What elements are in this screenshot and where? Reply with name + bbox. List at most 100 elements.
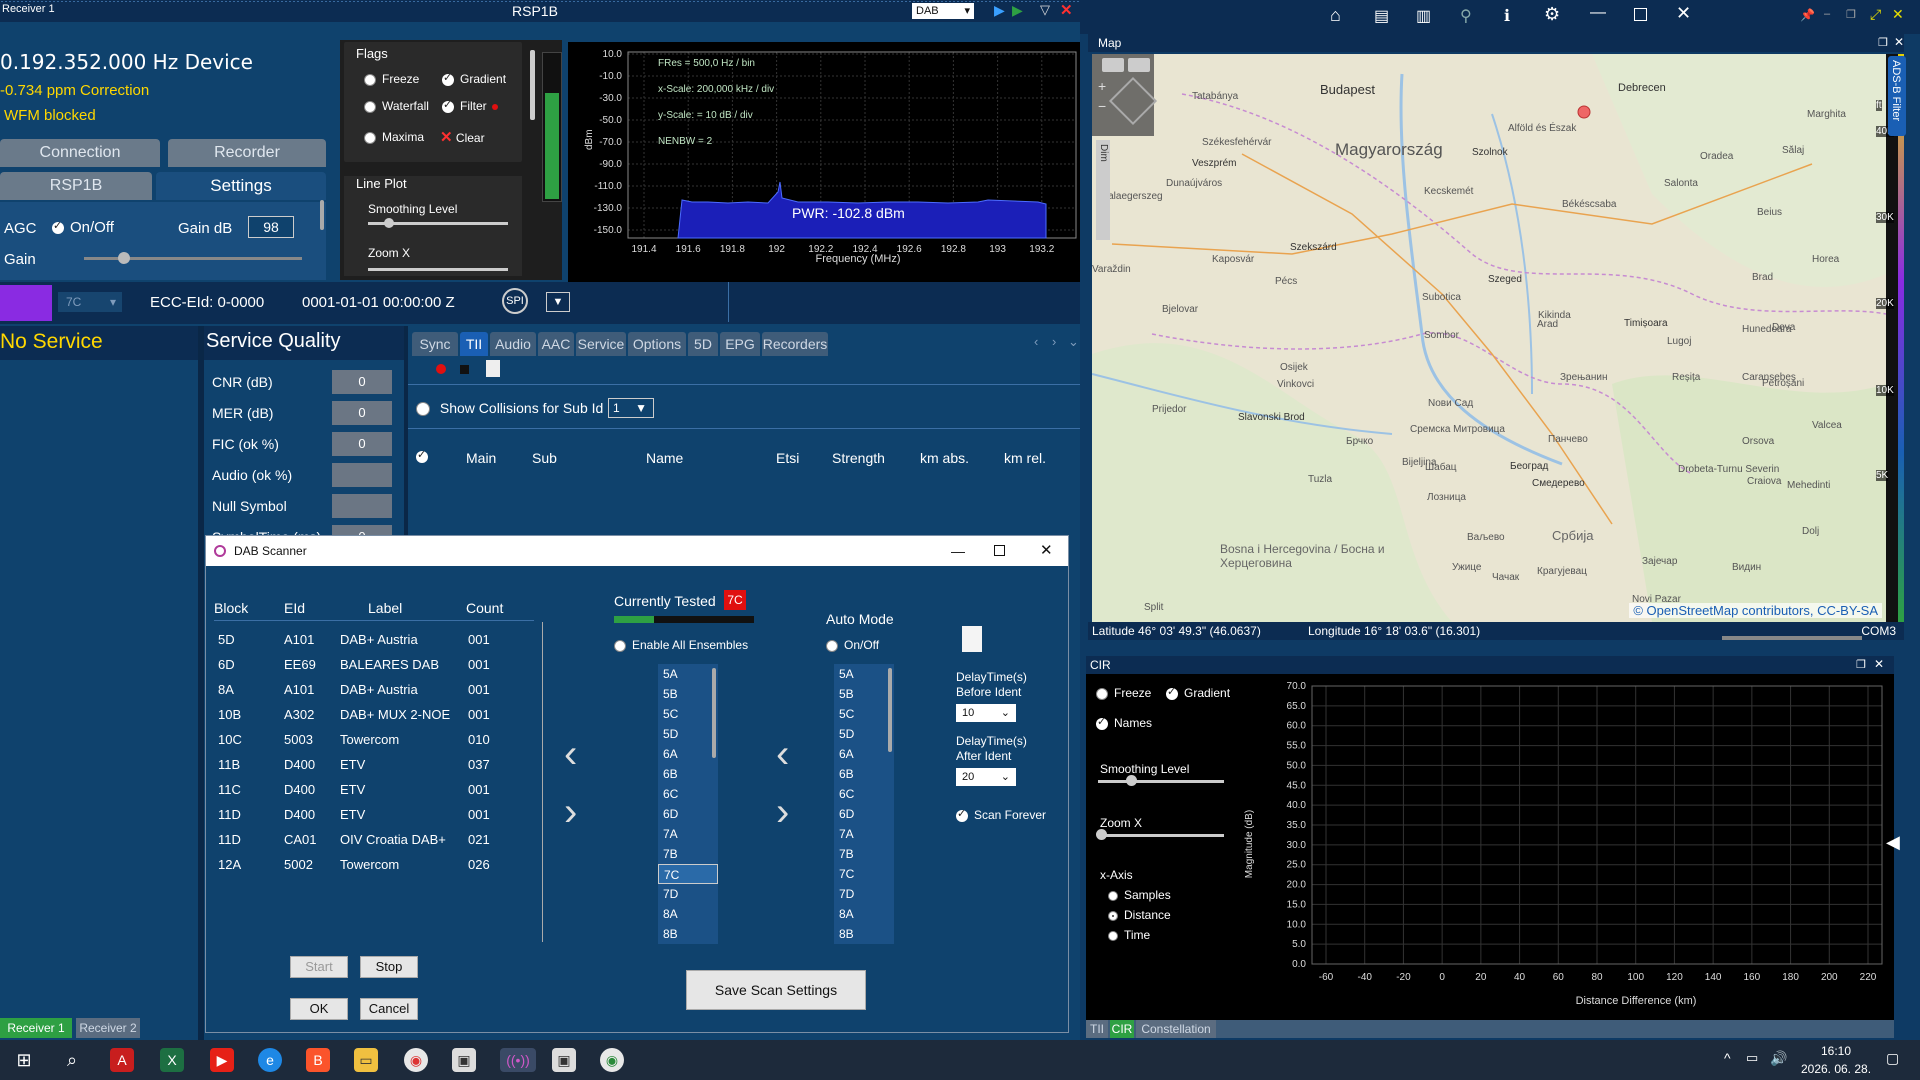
map-attribution[interactable]: © OpenStreetMap contributors, CC-BY-SA xyxy=(1629,603,1882,618)
delay-before-select[interactable]: 10 ⌄ xyxy=(956,704,1016,722)
save-scan-settings-button[interactable]: Save Scan Settings xyxy=(686,970,866,1010)
home-icon[interactable]: ⌂ xyxy=(1330,5,1341,26)
maximize-icon[interactable]: ❐ xyxy=(1878,36,1888,49)
arrow-left-icon[interactable]: ‹ xyxy=(564,732,577,777)
tii-column-header[interactable]: Strength xyxy=(832,450,885,466)
receiver-tab-2[interactable]: Receiver 2 xyxy=(76,1018,140,1038)
tab-cir[interactable]: CIR xyxy=(1110,1020,1134,1038)
receiver-tab-1[interactable]: Receiver 1 xyxy=(0,1018,72,1038)
clear-button[interactable]: ✕ Clear xyxy=(440,128,485,146)
channel-list-item[interactable]: 6C xyxy=(834,784,894,804)
side-arrow-icon[interactable]: ◀ xyxy=(1886,832,1900,853)
sub-id-select[interactable]: 1 ▼ xyxy=(608,398,654,418)
location-marker[interactable] xyxy=(1577,105,1591,119)
gradient-option[interactable]: Gradient xyxy=(442,71,506,86)
satellite-icon[interactable]: ⚲ xyxy=(1460,6,1472,26)
close-icon[interactable]: ✕ xyxy=(1060,1,1073,19)
clock-date[interactable]: 2026. 06. 28. xyxy=(1796,1062,1876,1076)
minimize-small-icon[interactable]: – xyxy=(1824,8,1830,20)
tab-audio[interactable]: Audio xyxy=(490,332,536,356)
minimize-icon[interactable]: — xyxy=(951,536,965,566)
agc-toggle[interactable]: On/Off xyxy=(52,219,114,236)
tab-epg[interactable]: EPG xyxy=(720,332,760,356)
channel-list-item[interactable]: 7C xyxy=(834,864,894,884)
record-icon[interactable] xyxy=(436,364,446,374)
tab-settings[interactable]: Settings xyxy=(156,172,326,200)
enable-all-option[interactable]: Enable All Ensembles xyxy=(614,638,748,652)
tab-tii[interactable]: TII xyxy=(460,332,488,356)
channel-list-item[interactable]: 5B xyxy=(658,684,718,704)
freeze-option[interactable]: Freeze xyxy=(364,72,419,86)
pin-icon[interactable]: 📌 xyxy=(1800,8,1815,22)
zoom-in-icon[interactable]: + xyxy=(1098,78,1106,94)
windows-start-icon[interactable]: ⊞ xyxy=(12,1048,36,1072)
channel-list-item[interactable]: 7D xyxy=(834,884,894,904)
play-green-icon[interactable]: ▶ xyxy=(1012,2,1023,19)
dab-app-icon[interactable]: ((•)) xyxy=(500,1048,536,1072)
smoothing-handle[interactable] xyxy=(384,218,394,228)
close-icon[interactable]: ✕ xyxy=(1894,35,1904,49)
channel-list-item[interactable]: 7B xyxy=(658,844,718,864)
app-window-icon[interactable]: ▣ xyxy=(552,1048,576,1072)
tab-recorders[interactable]: Recorders xyxy=(762,332,828,356)
delay-after-select[interactable]: 20 ⌄ xyxy=(956,768,1016,786)
gain-slider-track[interactable] xyxy=(84,257,302,260)
spi-button[interactable]: SPI xyxy=(502,288,528,314)
zoom-slider[interactable] xyxy=(368,268,508,271)
tii-column-header[interactable]: Sub xyxy=(532,450,557,466)
info-icon[interactable]: ℹ xyxy=(1504,6,1510,26)
map-icon[interactable]: ▥ xyxy=(1416,6,1431,26)
channel-list-right[interactable]: 5A 5B 5C 5D 6A 6B 6C 6D 7A 7B 7C 7D 8A 8B xyxy=(834,664,894,944)
edge-icon[interactable]: e xyxy=(258,1048,282,1072)
scrollbar-thumb[interactable] xyxy=(712,668,716,758)
arrow-right-icon[interactable]: › xyxy=(776,790,789,835)
channel-list-item[interactable]: 7C xyxy=(658,864,718,884)
filter-option[interactable]: Filter xyxy=(442,98,498,113)
scan-forever-option[interactable]: Scan Forever xyxy=(956,807,1046,822)
dim-slider[interactable]: Dim xyxy=(1096,140,1110,240)
channel-list-item[interactable]: 7B xyxy=(834,844,894,864)
channel-list-item[interactable]: 6D xyxy=(658,804,718,824)
channel-list-item[interactable]: 6B xyxy=(658,764,718,784)
map-canvas[interactable]: Budapest Magyarország Debrecen Tatabánya Szé… xyxy=(1092,54,1886,622)
youtube-icon[interactable]: ▶ xyxy=(210,1048,234,1072)
close-icon[interactable]: ✕ xyxy=(1874,657,1884,671)
adsb-filter-tab[interactable]: ADS-B Filter xyxy=(1888,56,1906,136)
chrome-icon[interactable]: ◉ xyxy=(404,1048,428,1072)
network-icon[interactable]: ▭ xyxy=(1746,1050,1758,1066)
waterfall-option[interactable]: Waterfall xyxy=(364,99,429,113)
volume-icon[interactable]: 🔊 xyxy=(1770,1050,1787,1067)
folder-icon[interactable]: ▭ xyxy=(354,1048,378,1072)
maximize-icon[interactable]: ❐ xyxy=(1856,658,1866,671)
cir-zoom-slider[interactable] xyxy=(1098,834,1224,837)
channel-list-item[interactable]: 5C xyxy=(658,704,718,724)
tii-column-header[interactable]: km abs. xyxy=(920,450,969,466)
channel-list-item[interactable]: 8A xyxy=(834,904,894,924)
layout-icon[interactable]: ▤ xyxy=(1374,6,1389,26)
channel-list-item[interactable]: 5D xyxy=(834,724,894,744)
tab-sync[interactable]: Sync xyxy=(412,332,458,356)
splitter[interactable] xyxy=(198,326,204,1040)
tab-constellation[interactable]: Constellation xyxy=(1136,1020,1216,1038)
scrollbar-thumb[interactable] xyxy=(320,200,324,230)
channel-list-item[interactable]: 8A xyxy=(658,904,718,924)
channel-list-left[interactable]: 5A 5B 5C 5D 6A 6B 6C 6D 7A 7B 7C 7D 8A 8B xyxy=(658,664,718,944)
channel-list-item[interactable]: 5B xyxy=(834,684,894,704)
tii-column-header[interactable]: Etsi xyxy=(776,450,799,466)
cir-smoothing-slider[interactable] xyxy=(1098,780,1224,783)
tab-right-icon[interactable]: › xyxy=(1052,334,1056,349)
filter-icon[interactable]: ▽ xyxy=(1040,2,1050,18)
tab-menu-icon[interactable]: ⌄ xyxy=(1068,334,1079,350)
notification-icon[interactable]: ▢ xyxy=(1886,1050,1899,1067)
channel-list-item[interactable]: 6B xyxy=(834,764,894,784)
channel-list-item[interactable]: 7D xyxy=(658,884,718,904)
brave-icon[interactable]: B xyxy=(306,1048,330,1072)
close-yellow-icon[interactable]: ✕ xyxy=(1892,6,1904,23)
tab-options[interactable]: Options xyxy=(628,332,686,356)
start-button[interactable]: Start xyxy=(290,956,348,978)
close-icon[interactable]: ✕ xyxy=(1040,536,1053,566)
channel-list-item[interactable]: 5A xyxy=(834,664,894,684)
play-icon[interactable]: ▶ xyxy=(994,2,1005,19)
pdf-reader-icon[interactable]: A xyxy=(110,1048,134,1072)
pan-control-icon[interactable] xyxy=(1108,76,1158,126)
